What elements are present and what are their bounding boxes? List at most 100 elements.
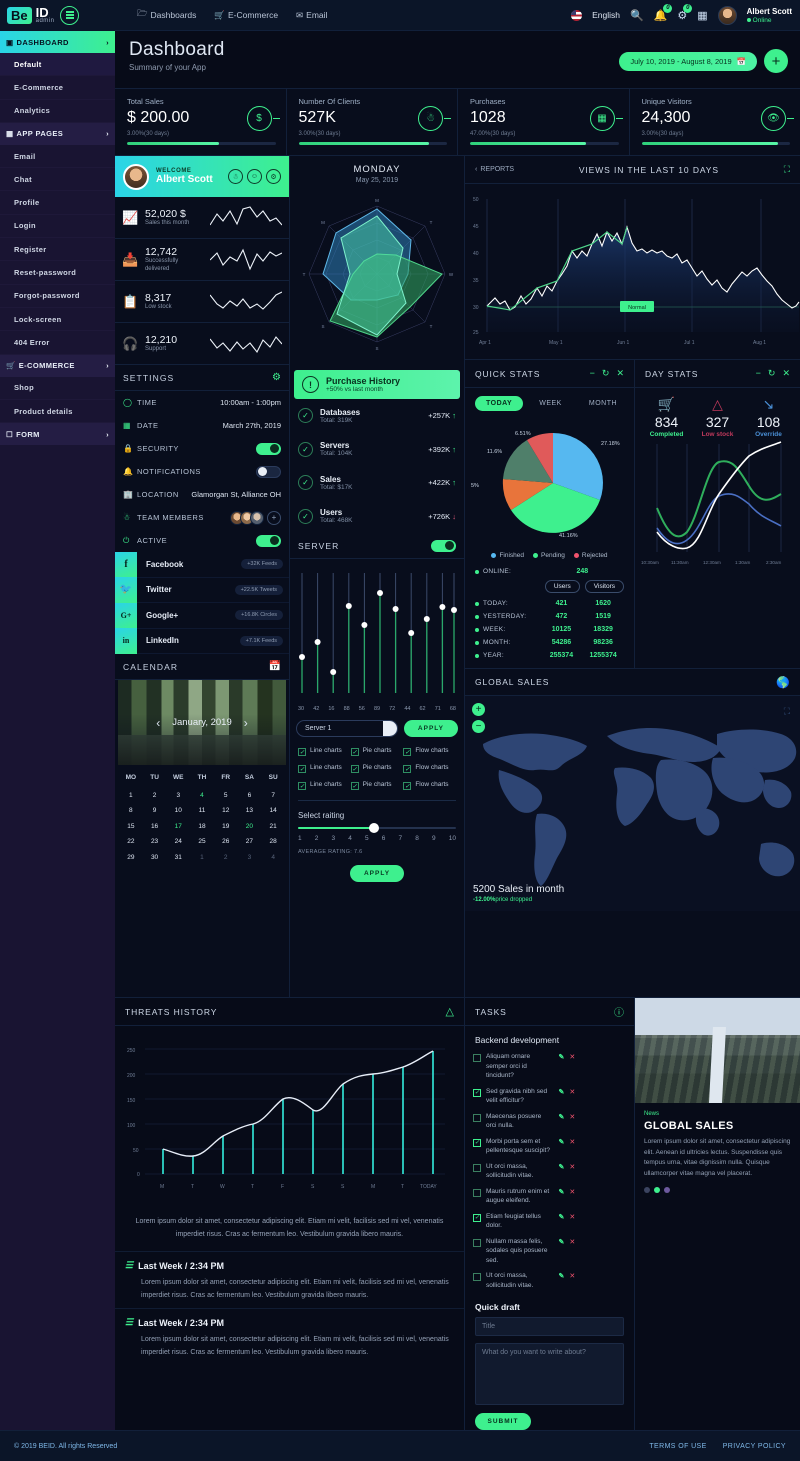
checkbox[interactable] — [473, 1163, 481, 1172]
user-icon[interactable]: ☃ — [228, 169, 243, 184]
tab-month[interactable]: MONTH — [578, 396, 628, 411]
edit-icon[interactable]: ✎ — [559, 1088, 565, 1098]
checkbox[interactable]: ✓ — [473, 1138, 481, 1147]
help-icon[interactable]: ⓘ — [614, 1004, 624, 1019]
global-sales-map[interactable]: + − ⛶ 5200 Sales in month -12.00%price d… — [465, 696, 800, 911]
sidebar-group-ecommerce[interactable]: 🛒 E-COMMERCE › — [0, 354, 115, 377]
active-toggle[interactable] — [256, 534, 281, 547]
draft-title-input[interactable]: Title — [475, 1317, 624, 1336]
calendar-day-muted[interactable]: 2 — [214, 850, 238, 866]
close-icon[interactable]: ✕ — [782, 368, 790, 379]
calendar-day[interactable]: 23 — [143, 834, 167, 850]
calendar-day[interactable]: 13 — [238, 803, 262, 819]
purchase-row-sales[interactable]: ✓ Sales Total: $17K +422K ↑ — [290, 466, 464, 500]
calendar-day[interactable]: 11 — [190, 803, 214, 819]
language-label[interactable]: English — [592, 10, 620, 20]
calendar-day-marked[interactable]: 4 — [190, 787, 214, 803]
calendar-day[interactable]: 30 — [143, 850, 167, 866]
calendar-day-muted[interactable]: 1 — [190, 850, 214, 866]
add-widget-button[interactable]: + — [764, 49, 788, 73]
gear-icon[interactable]: ⚙ — [272, 372, 281, 383]
rating-apply-button[interactable]: APPLY — [349, 865, 405, 882]
calendar-day[interactable]: 9 — [143, 803, 167, 819]
checkbox-line-charts-2[interactable]: ✓ Line charts — [298, 764, 351, 773]
calendar-day[interactable]: 12 — [214, 803, 238, 819]
kpi-total-sales[interactable]: Total Sales $ 200.00 3.00%(30 days) $ — [115, 89, 287, 155]
calendar-day-marked[interactable]: 17 — [166, 818, 190, 834]
task-item[interactable]: Ut orci massa, sollicitudin vitae. ✎ ✕ — [465, 1268, 634, 1293]
sidebar-item-reset-password[interactable]: Reset-password — [0, 261, 115, 285]
kpi-unique-visitors[interactable]: Unique Visitors 24,300 3.00%(30 days) 👁 — [630, 89, 800, 155]
globe-icon[interactable]: 🌎 — [776, 676, 790, 689]
calendar-day-marked[interactable]: 20 — [238, 818, 262, 834]
kpi-number-of-clients[interactable]: Number Of Clients 527K 3.00%(30 days) ☃ — [287, 89, 458, 155]
delete-icon[interactable]: ✕ — [569, 1163, 575, 1173]
server-apply-button[interactable]: APPLY — [403, 720, 458, 737]
calendar-day[interactable]: 1 — [119, 787, 143, 803]
checkbox-flow-charts-1[interactable]: ✓ Flow charts — [403, 747, 456, 756]
calendar-day[interactable]: 27 — [238, 834, 262, 850]
sidebar-item-email[interactable]: Email — [0, 145, 115, 169]
close-icon[interactable]: ✕ — [616, 368, 624, 379]
social-linkedin[interactable]: in LinkedIn +7.1K Feeds — [115, 628, 289, 654]
calendar-day[interactable]: 10 — [166, 803, 190, 819]
menu-toggle-icon[interactable] — [60, 5, 80, 25]
rating-slider[interactable] — [298, 823, 456, 833]
notifications-toggle[interactable] — [256, 465, 281, 478]
checkbox-pie-charts-2[interactable]: ✓ Pie charts — [350, 764, 404, 773]
checkbox-pie-charts-1[interactable]: ✓ Pie charts — [350, 747, 404, 756]
delete-icon[interactable]: ✕ — [569, 1053, 575, 1063]
calendar-day[interactable]: 15 — [119, 818, 143, 834]
task-item[interactable]: Aliquam ornare semper orci id tincidunt?… — [465, 1049, 634, 1084]
calendar-day[interactable]: 18 — [190, 818, 214, 834]
server-slider-chart[interactable] — [296, 563, 459, 701]
social-googleplus[interactable]: G+ Google+ +16.8K Circles — [115, 602, 289, 629]
minimize-icon[interactable]: − — [590, 368, 595, 379]
reports-link[interactable]: ‹ REPORTS — [475, 166, 514, 173]
purchase-row-databases[interactable]: ✓ Databases Total: 319K +257K ↑ — [290, 399, 464, 433]
calendar-day[interactable]: 7 — [261, 787, 285, 803]
sidebar-item-login[interactable]: Login — [0, 215, 115, 239]
sidebar-item-lock-screen[interactable]: Lock-screen — [0, 308, 115, 332]
chat-icon[interactable]: ☺ — [247, 169, 262, 184]
calendar-day[interactable]: 28 — [261, 834, 285, 850]
topnav-ecommerce[interactable]: 🛒 E-Commerce — [214, 8, 278, 22]
sidebar-item-product-details[interactable]: Product details — [0, 400, 115, 424]
calendar-day[interactable]: 26 — [214, 834, 238, 850]
calendar-day-muted[interactable]: 4 — [261, 850, 285, 866]
logo[interactable]: Be ID admin — [0, 0, 115, 31]
task-item[interactable]: ✓ Etiam feugiat tellus dolor. ✎ ✕ — [465, 1209, 634, 1234]
calendar-icon[interactable]: 📅 — [269, 661, 281, 672]
dot-active[interactable] — [654, 1187, 660, 1193]
kpi-purchases[interactable]: Purchases 1028 47.00%(30 days) ▦ — [458, 89, 630, 155]
calendar-day[interactable]: 25 — [190, 834, 214, 850]
delete-icon[interactable]: ✕ — [569, 1213, 575, 1223]
edit-icon[interactable]: ✎ — [559, 1238, 565, 1248]
edit-icon[interactable]: ✎ — [559, 1272, 565, 1282]
zoom-in-button[interactable]: + — [472, 703, 485, 716]
calendar-day[interactable]: 21 — [261, 818, 285, 834]
calendar-day[interactable]: 6 — [238, 787, 262, 803]
calendar-day[interactable]: 5 — [214, 787, 238, 803]
checkbox[interactable] — [473, 1113, 481, 1122]
calendar-day-muted[interactable]: 3 — [238, 850, 262, 866]
sidebar-item-default[interactable]: Default — [0, 53, 115, 77]
sidebar-item-analytics[interactable]: Analytics — [0, 100, 115, 123]
edit-icon[interactable]: ✎ — [559, 1163, 565, 1173]
sidebar-item-forgot-password[interactable]: Forgot-password — [0, 285, 115, 308]
notifications-icon[interactable]: 🔔 0 — [654, 3, 673, 22]
team-avatars[interactable]: + — [230, 510, 281, 525]
edit-icon[interactable]: ✎ — [559, 1213, 565, 1223]
search-icon[interactable]: 🔍 — [630, 9, 644, 22]
warning-icon[interactable]: △ — [446, 1005, 454, 1018]
social-facebook[interactable]: f Facebook +32K Feeds — [115, 551, 289, 578]
topnav-email[interactable]: ✉ Email — [296, 8, 327, 22]
minimize-icon[interactable]: − — [756, 368, 761, 379]
checkbox[interactable] — [473, 1238, 481, 1247]
checkbox[interactable] — [473, 1273, 481, 1281]
purchase-row-servers[interactable]: ✓ Servers Total: 104K +392K ↑ — [290, 433, 464, 467]
checkbox-flow-charts-2[interactable]: ✓ Flow charts — [403, 764, 456, 773]
delete-icon[interactable]: ✕ — [569, 1088, 575, 1098]
calendar-day[interactable]: 19 — [214, 818, 238, 834]
task-item[interactable]: Nullam massa felis, sodales quis posuere… — [465, 1234, 634, 1269]
